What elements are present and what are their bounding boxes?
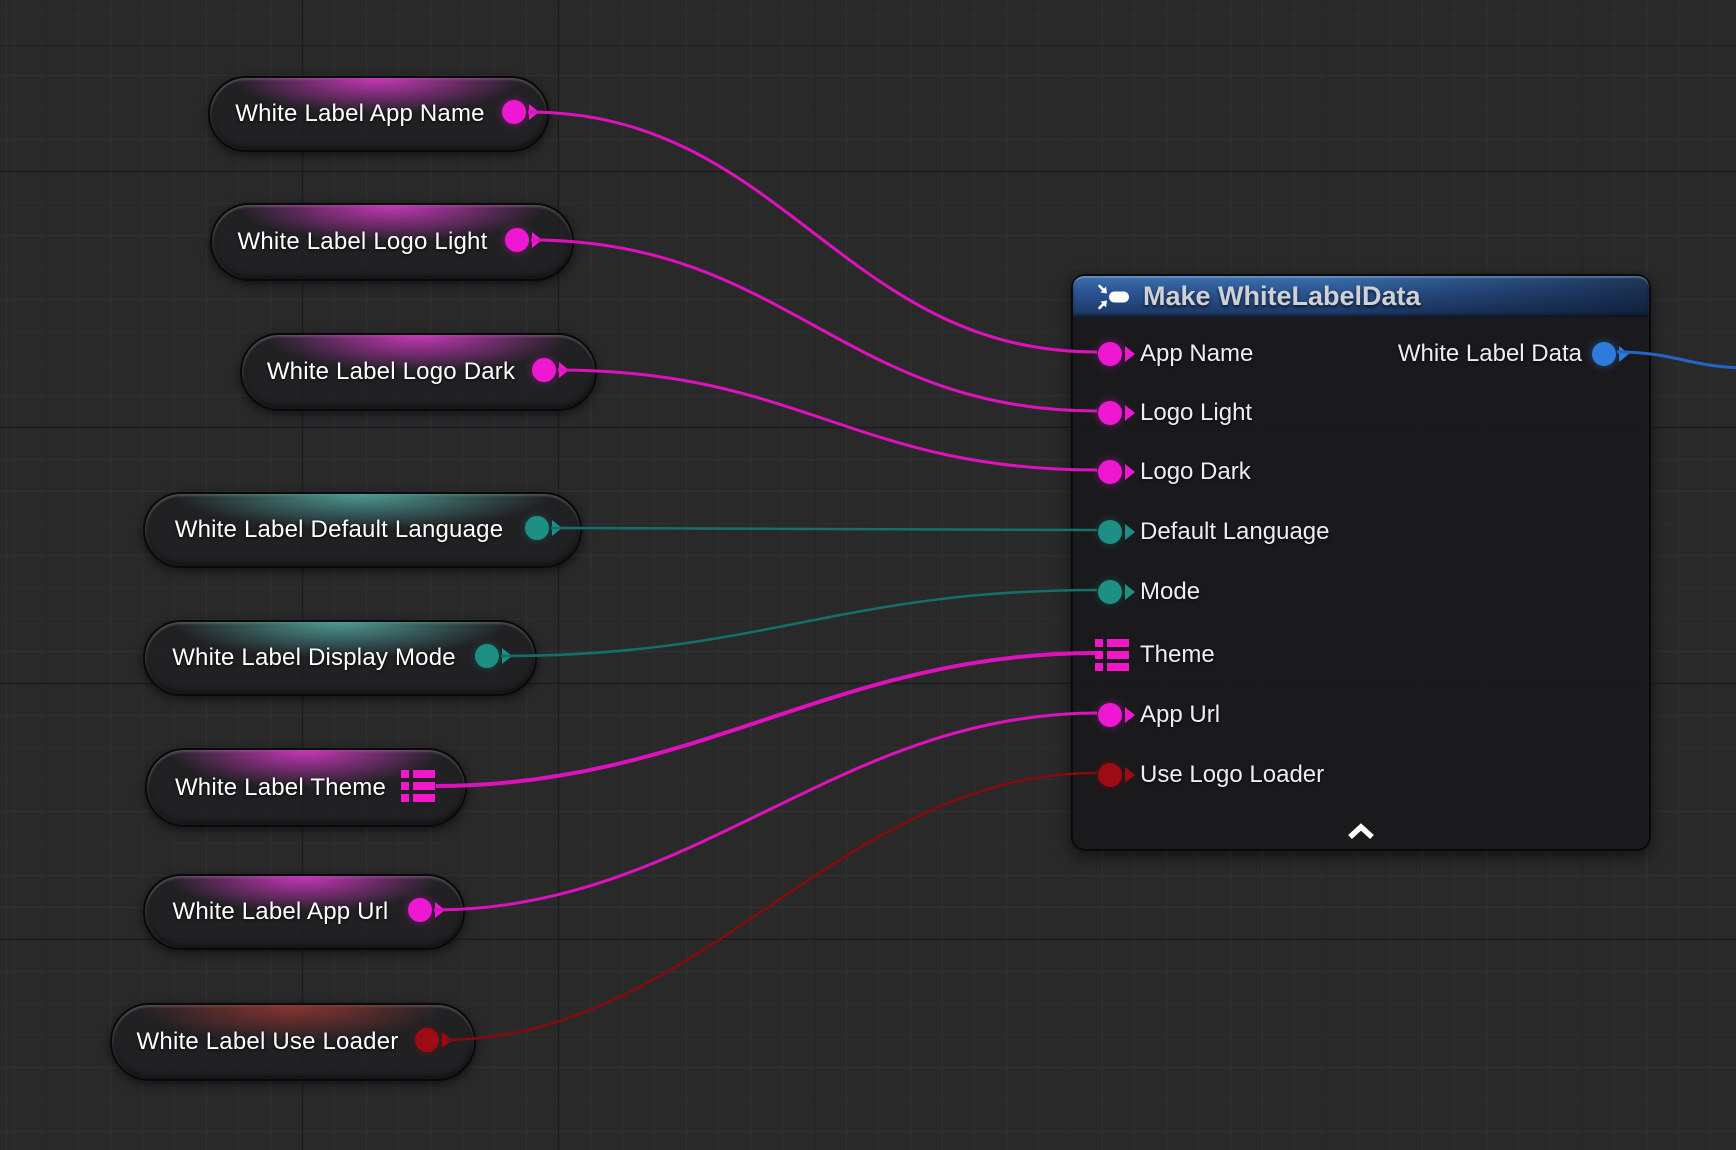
- variable-node-white-label-default-language[interactable]: White Label Default Language: [143, 492, 582, 568]
- output-pin-red[interactable]: [415, 1028, 439, 1052]
- variable-node-label: White Label Display Mode: [163, 622, 465, 694]
- variable-node-label: White Label Theme: [165, 750, 396, 825]
- input-pin-row-logo-dark: Logo Dark: [1073, 456, 1649, 488]
- variable-node-label: White Label Logo Dark: [260, 335, 522, 409]
- pin-arrow-icon: [435, 902, 445, 918]
- variable-node-white-label-logo-dark[interactable]: White Label Logo Dark: [240, 333, 597, 411]
- make-node-header: Make WhiteLabelData: [1073, 276, 1649, 317]
- wire-magenta_wire[interactable]: [558, 370, 1097, 470]
- input-pin-label: Logo Dark: [1140, 458, 1251, 486]
- make-struct-icon: [1097, 283, 1131, 311]
- input-pin-label: Mode: [1140, 578, 1200, 606]
- wire-magenta_wire[interactable]: [434, 713, 1097, 910]
- pin-arrow-icon: [1619, 346, 1629, 362]
- pin-arrow-icon: [502, 648, 512, 664]
- input-pin-row-use-logo-loader: Use Logo Loader: [1073, 759, 1649, 791]
- pin-arrow-icon: [442, 1032, 452, 1048]
- wire-teal_wire[interactable]: [501, 590, 1097, 656]
- input-pin-teal[interactable]: [1098, 580, 1122, 604]
- variable-node-label: White Label Use Loader: [130, 1005, 405, 1079]
- input-pin-struct[interactable]: [1095, 639, 1129, 671]
- input-pin-row-mode: Mode: [1073, 576, 1649, 608]
- variable-node-white-label-app-url[interactable]: White Label App Url: [143, 874, 465, 950]
- pin-arrow-icon: [1125, 584, 1135, 600]
- variable-node-white-label-theme[interactable]: White Label Theme: [145, 748, 467, 827]
- input-pin-label: Theme: [1140, 641, 1215, 669]
- wire-teal_wire[interactable]: [551, 528, 1097, 530]
- wire-magenta_wire[interactable]: [531, 240, 1097, 411]
- input-pin-label: Default Language: [1140, 518, 1330, 546]
- output-pin-blue[interactable]: [1592, 342, 1616, 366]
- output-pin-struct[interactable]: [401, 770, 435, 802]
- input-pin-label: App Url: [1140, 701, 1220, 729]
- pin-arrow-icon: [532, 232, 542, 248]
- pin-arrow-icon: [1125, 524, 1135, 540]
- input-pin-row-logo-light: Logo Light: [1073, 397, 1649, 429]
- pin-arrow-icon: [1125, 707, 1135, 723]
- output-pin-label: White Label Data: [1398, 340, 1582, 368]
- variable-node-label: White Label Logo Light: [230, 205, 495, 279]
- variable-node-white-label-logo-light[interactable]: White Label Logo Light: [210, 203, 574, 281]
- input-pin-row-default-language: Default Language: [1073, 516, 1649, 548]
- input-pin-row-app-url: App Url: [1073, 699, 1649, 731]
- make-whitelabeldata-node[interactable]: Make WhiteLabelData App NameLogo LightLo…: [1071, 274, 1651, 851]
- input-pin-magenta[interactable]: [1098, 342, 1122, 366]
- variable-node-label: White Label App Url: [163, 876, 398, 948]
- wire-magenta_wire[interactable]: [528, 112, 1097, 352]
- variable-node-label: White Label App Name: [228, 78, 492, 150]
- pin-arrow-icon: [1125, 405, 1135, 421]
- wire-magenta_wire[interactable]: [436, 653, 1095, 786]
- input-pin-label: Logo Light: [1140, 399, 1252, 427]
- input-pin-magenta[interactable]: [1098, 460, 1122, 484]
- output-pin-row-white-label-data: White Label Data: [1073, 338, 1649, 370]
- output-pin-magenta[interactable]: [532, 358, 556, 382]
- output-pin-teal[interactable]: [525, 516, 549, 540]
- blueprint-graph-canvas[interactable]: White Label App Name White Label Logo Lig…: [0, 0, 1736, 1150]
- output-pin-teal[interactable]: [475, 644, 499, 668]
- pin-arrow-icon: [529, 104, 539, 120]
- pin-arrow-icon: [552, 520, 562, 536]
- pin-arrow-icon: [1125, 464, 1135, 480]
- input-pin-magenta[interactable]: [1098, 401, 1122, 425]
- variable-node-white-label-display-mode[interactable]: White Label Display Mode: [143, 620, 537, 696]
- pin-arrow-icon: [559, 362, 569, 378]
- chevron-up-icon[interactable]: [1339, 819, 1383, 845]
- input-pin-red[interactable]: [1098, 763, 1122, 787]
- input-pin-row-theme: Theme: [1073, 639, 1649, 671]
- output-pin-magenta[interactable]: [408, 898, 432, 922]
- pin-arrow-icon: [1125, 767, 1135, 783]
- variable-node-label: White Label Default Language: [163, 494, 515, 566]
- variable-node-white-label-app-name[interactable]: White Label App Name: [208, 76, 549, 152]
- wire-red_wire[interactable]: [441, 773, 1097, 1040]
- output-pin-magenta[interactable]: [505, 228, 529, 252]
- input-pin-label: Use Logo Loader: [1140, 761, 1324, 789]
- input-pin-magenta[interactable]: [1098, 703, 1122, 727]
- make-node-title: Make WhiteLabelData: [1143, 281, 1421, 312]
- variable-node-white-label-use-loader[interactable]: White Label Use Loader: [110, 1003, 476, 1081]
- pin-arrow-icon: [1125, 346, 1135, 362]
- output-pin-magenta[interactable]: [502, 100, 526, 124]
- input-pin-teal[interactable]: [1098, 520, 1122, 544]
